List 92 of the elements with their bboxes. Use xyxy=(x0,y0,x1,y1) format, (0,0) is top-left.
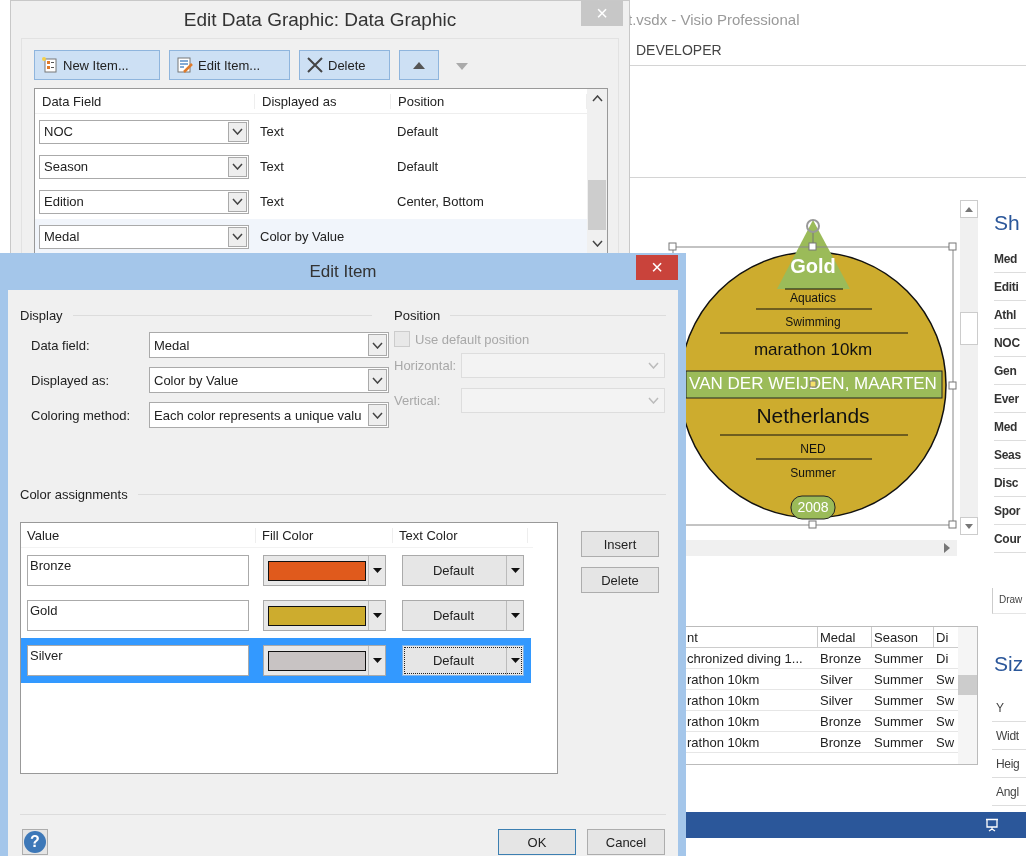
property-label: Spor xyxy=(994,497,1026,525)
table-cell-text: Color by Value xyxy=(259,229,346,244)
table-cell: Summer xyxy=(872,732,934,753)
column-header[interactable]: Season xyxy=(872,627,934,648)
column-header: Value xyxy=(21,527,256,543)
panel-title: Sh xyxy=(994,210,1021,236)
value-field[interactable]: Bronze xyxy=(27,555,249,586)
table-cell: Summer xyxy=(872,669,934,690)
list-row[interactable]: Edition Text Center, Bottom xyxy=(35,184,587,219)
table-cell-text: Default xyxy=(396,124,440,139)
text-color-dropdown[interactable]: Default xyxy=(402,645,524,676)
data-field-dropdown[interactable]: Season xyxy=(39,154,249,179)
ribbon-tab[interactable]: DEVELOPER xyxy=(636,42,722,58)
column-header: Data Field xyxy=(35,93,255,109)
list-row[interactable]: NOC Text Default xyxy=(35,114,587,149)
section-heading: Display xyxy=(20,307,63,323)
table-cell-text: Default xyxy=(396,159,440,174)
shape-label: NED xyxy=(800,442,826,456)
property-label: Widt xyxy=(992,722,1026,750)
column-header: Fill Color xyxy=(256,527,393,543)
property-label: Athl xyxy=(994,301,1026,329)
property-label: Disc xyxy=(994,469,1026,497)
text-color-dropdown[interactable]: Default xyxy=(402,600,524,631)
shape-label: Swimming xyxy=(785,315,841,329)
table-cell: Bronze xyxy=(818,648,872,669)
dialog-title: Edit Item xyxy=(309,261,377,282)
table-cell: Summer xyxy=(872,648,934,669)
property-label: Cour xyxy=(994,525,1026,553)
property-label: Med xyxy=(994,245,1026,273)
cancel-button[interactable]: Cancel xyxy=(587,829,665,855)
property-label: Med xyxy=(994,413,1026,441)
dropdown-field[interactable]: Each color represents a unique valu xyxy=(149,402,389,428)
dropdown-field[interactable]: Medal xyxy=(149,332,389,358)
insert-button[interactable]: Insert xyxy=(581,531,659,557)
panel-title: Siz xyxy=(993,651,1025,677)
list-row[interactable]: Season Text Default xyxy=(35,149,587,184)
table-cell: Silver xyxy=(818,669,872,690)
delete-button[interactable]: Delete xyxy=(581,567,659,593)
shape-label: Summer xyxy=(790,466,836,480)
delete-button[interactable]: Delete xyxy=(299,50,390,80)
section-heading: Color assignments xyxy=(20,486,128,502)
table-cell: Bronze xyxy=(818,732,872,753)
property-label: Heig xyxy=(992,750,1026,778)
field-label: Data field: xyxy=(31,337,91,353)
shape-label: Gold xyxy=(790,255,836,277)
section-heading: Position xyxy=(394,307,441,323)
text-color-dropdown[interactable]: Default xyxy=(402,555,524,586)
property-label: Gen xyxy=(994,357,1026,385)
close-button[interactable]: × xyxy=(636,255,678,280)
shape-label: marathon 10km xyxy=(753,340,873,359)
list-row[interactable]: Gold Default xyxy=(21,593,531,638)
field-label: Displayed as: xyxy=(31,372,111,388)
data-field-dropdown[interactable]: Edition xyxy=(39,189,249,214)
table-cell-text: Text xyxy=(259,124,285,139)
field-label: Horizontal: xyxy=(394,358,458,373)
property-label: Seas xyxy=(994,441,1026,469)
dropdown-field[interactable]: Color by Value xyxy=(149,367,389,393)
value-field[interactable]: Silver xyxy=(27,645,249,676)
field-label: Vertical: xyxy=(394,393,442,408)
list-row[interactable]: Medal Color by Value xyxy=(35,219,587,253)
table-cell-text: Center, Bottom xyxy=(396,194,485,209)
help-button[interactable]: ? xyxy=(22,829,48,855)
table-cell: Silver xyxy=(818,690,872,711)
ok-button[interactable]: OK xyxy=(498,829,576,855)
checkbox-label: Use default position xyxy=(415,331,530,347)
field-label: Coloring method: xyxy=(31,407,131,423)
column-header: Displayed as xyxy=(255,93,391,109)
data-field-dropdown[interactable]: Medal xyxy=(39,224,249,249)
property-label: NOC xyxy=(994,329,1026,357)
panel-tab[interactable]: Draw xyxy=(992,588,1026,614)
shape-label: Netherlands xyxy=(756,404,870,427)
column-header: Text Color xyxy=(393,527,528,543)
table-cell: Summer xyxy=(872,690,934,711)
table-cell-text: Text xyxy=(259,159,285,174)
shape-label: 2008 xyxy=(797,499,829,515)
data-field-dropdown[interactable]: NOC xyxy=(39,119,249,144)
list-row[interactable]: Bronze Default xyxy=(21,548,531,593)
dialog-title: Edit Data Graphic: Data Graphic xyxy=(183,8,457,31)
column-header[interactable]: Medal xyxy=(818,627,872,648)
new-item-button[interactable]: New Item... xyxy=(34,50,160,80)
property-label: Editi xyxy=(994,273,1026,301)
table-cell-text: Text xyxy=(259,194,285,209)
table-cell: Bronze xyxy=(818,711,872,732)
edit-item-button[interactable]: Edit Item... xyxy=(169,50,290,80)
shape-label: Aquatics xyxy=(790,291,836,305)
table-cell: Summer xyxy=(872,711,934,732)
property-label: Ever xyxy=(994,385,1026,413)
list-row[interactable]: Silver Default xyxy=(21,638,531,683)
property-label: Y xyxy=(992,694,1026,722)
value-field[interactable]: Gold xyxy=(27,600,249,631)
property-label: Angl xyxy=(992,778,1026,806)
shape-label: VAN DER WEIJDEN, MAARTEN xyxy=(689,374,937,393)
